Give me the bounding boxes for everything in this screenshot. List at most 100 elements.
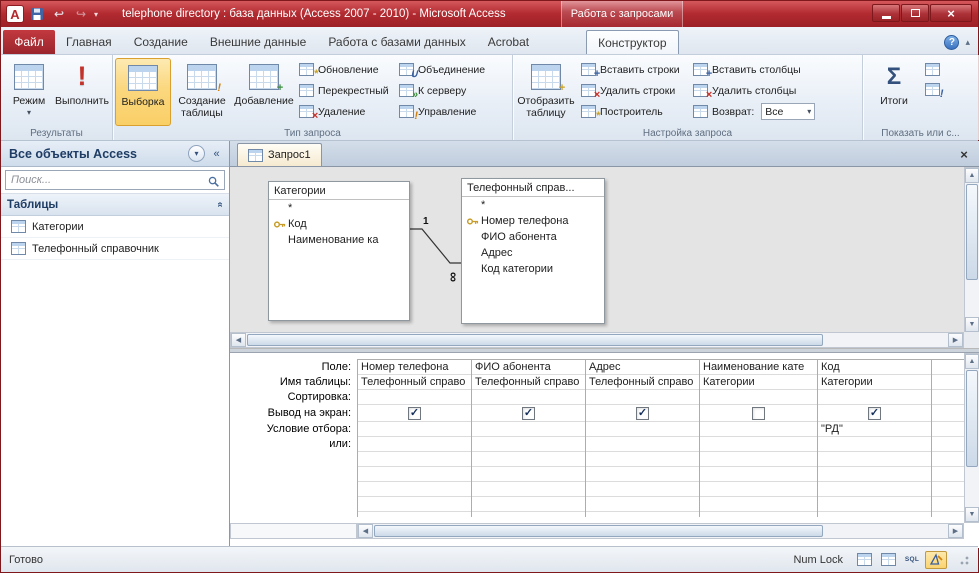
tab-design[interactable]: Конструктор	[586, 30, 679, 54]
grid-empty-cell[interactable]	[358, 482, 471, 497]
grid-show-cell[interactable]: ✓	[358, 405, 471, 422]
minimize-button[interactable]	[872, 4, 900, 22]
table-card-title[interactable]: Телефонный справ...	[462, 179, 604, 197]
delete-rows-button[interactable]: × Удалить строки	[577, 81, 689, 101]
close-button[interactable]: ×	[930, 4, 972, 22]
shutter-close-icon[interactable]: «	[208, 145, 225, 162]
scroll-up-icon[interactable]: ▲	[965, 168, 979, 183]
tab-database-tools[interactable]: Работа с базами данных	[317, 30, 476, 54]
builder-button[interactable]: * Построитель	[577, 102, 689, 122]
tab-file[interactable]: Файл	[3, 30, 55, 54]
redo-icon[interactable]: ↪	[72, 5, 90, 23]
grid-empty-cell[interactable]	[818, 482, 931, 497]
scroll-right-icon[interactable]: ▶	[948, 524, 963, 538]
qat-dropdown-icon[interactable]: ▾	[94, 10, 98, 19]
passthrough-query-button[interactable]: » К серверу	[395, 81, 499, 101]
make-table-button[interactable]: ! Создание таблицы	[171, 58, 233, 126]
delete-columns-button[interactable]: × Удалить столбцы	[689, 81, 857, 101]
grid-empty-cell[interactable]	[358, 467, 471, 482]
grid-or-cell[interactable]	[586, 437, 699, 452]
table-card-title[interactable]: Категории	[269, 182, 409, 200]
grid-show-cell[interactable]: ✓	[700, 405, 817, 422]
show-table-button[interactable]: + Отобразить таблицу	[515, 58, 577, 126]
tab-create[interactable]: Создание	[123, 30, 199, 54]
grid-empty-cell[interactable]	[932, 375, 964, 390]
totals-button[interactable]: Σ Итоги	[865, 58, 923, 126]
grid-sort-cell[interactable]	[818, 390, 931, 405]
run-button[interactable]: ! Выполнить	[55, 58, 109, 126]
field-row[interactable]: *	[269, 200, 409, 216]
grid-criteria-cell[interactable]	[472, 422, 585, 437]
maximize-button[interactable]	[901, 4, 929, 22]
scroll-left-icon[interactable]: ◀	[231, 333, 246, 347]
grid-show-cell[interactable]: ✓	[472, 405, 585, 422]
grid-empty-cell[interactable]	[358, 497, 471, 512]
grid-criteria-cell[interactable]: "РД"	[818, 422, 931, 437]
scroll-down-icon[interactable]: ▼	[965, 507, 979, 522]
field-row[interactable]: *	[462, 197, 604, 213]
datasheet-view-button[interactable]	[853, 551, 875, 569]
nav-section-tables[interactable]: Таблицы «	[1, 194, 229, 216]
field-row[interactable]: Код категории	[462, 261, 604, 277]
return-select[interactable]: Все ▾	[761, 103, 816, 120]
view-mode-button[interactable]: Режим ▾	[3, 58, 55, 126]
grid-empty-cell[interactable]	[472, 452, 585, 467]
nav-menu-chevron-down-icon[interactable]: ▾	[188, 145, 205, 162]
grid-field-cell[interactable]: Код	[818, 360, 931, 375]
nav-item-categories[interactable]: Категории	[1, 216, 229, 238]
insert-columns-button[interactable]: + Вставить столбцы	[689, 60, 857, 80]
collapse-ribbon-icon[interactable]: ▴	[965, 37, 970, 48]
grid-horizontal-scrollbar[interactable]: ◀ ▶	[357, 523, 964, 539]
grid-empty-cell[interactable]	[586, 482, 699, 497]
grid-empty-cell[interactable]	[818, 452, 931, 467]
search-input[interactable]	[5, 170, 225, 190]
tab-home[interactable]: Главная	[55, 30, 123, 54]
grid-field-cell[interactable]: Наименование кате	[700, 360, 817, 375]
scroll-left-icon[interactable]: ◀	[358, 524, 373, 538]
grid-empty-cell[interactable]	[818, 497, 931, 512]
grid-table-cell[interactable]: Телефонный справо	[358, 375, 471, 390]
grid-empty-cell[interactable]	[932, 467, 964, 482]
show-checkbox[interactable]: ✓	[868, 406, 881, 420]
grid-empty-cell[interactable]	[932, 390, 964, 405]
show-checkbox[interactable]: ✓	[752, 406, 765, 420]
grid-empty-cell[interactable]	[700, 467, 817, 482]
grid-or-cell[interactable]	[700, 437, 817, 452]
grid-or-cell[interactable]	[472, 437, 585, 452]
grid-empty-cell[interactable]	[932, 482, 964, 497]
grid-criteria-cell[interactable]	[700, 422, 817, 437]
field-row[interactable]: Номер телефона	[462, 213, 604, 229]
grid-sort-cell[interactable]	[586, 390, 699, 405]
grid-empty-cell[interactable]	[586, 467, 699, 482]
access-app-icon[interactable]: A	[6, 5, 24, 23]
parameters-button[interactable]: !	[923, 80, 944, 99]
table-names-button[interactable]	[923, 60, 941, 78]
query-design-pane[interactable]: 1 ∞ Категории * Код Наименование ка Теле…	[230, 167, 979, 349]
search-icon[interactable]	[205, 173, 221, 189]
sql-view-button[interactable]: SQL	[901, 551, 923, 569]
grid-empty-cell[interactable]	[818, 467, 931, 482]
grid-field-cell[interactable]: Номер телефона	[358, 360, 471, 375]
grid-show-cell[interactable]: ✓	[586, 405, 699, 422]
table-card-phonebook[interactable]: Телефонный справ... * Номер телефона ФИО…	[461, 178, 605, 324]
tab-external-data[interactable]: Внешние данные	[199, 30, 318, 54]
scroll-up-icon[interactable]: ▲	[965, 354, 979, 369]
grid-empty-cell[interactable]	[586, 497, 699, 512]
delete-query-button[interactable]: × Удаление	[295, 102, 395, 122]
show-checkbox[interactable]: ✓	[408, 406, 421, 420]
update-query-button[interactable]: * Обновление	[295, 60, 395, 80]
union-query-button[interactable]: ∪ Объединение	[395, 60, 499, 80]
grid-table-cell[interactable]: Категории	[818, 375, 931, 390]
grid-table-cell[interactable]: Телефонный справо	[472, 375, 585, 390]
undo-icon[interactable]: ↩	[50, 5, 68, 23]
grid-sort-cell[interactable]	[700, 390, 817, 405]
save-icon[interactable]	[28, 5, 46, 23]
grid-empty-cell[interactable]	[700, 452, 817, 467]
grid-empty-cell[interactable]	[932, 360, 964, 375]
table-card-categories[interactable]: Категории * Код Наименование ка	[268, 181, 410, 321]
grid-empty-cell[interactable]	[932, 497, 964, 512]
field-row[interactable]: Адрес	[462, 245, 604, 261]
show-checkbox[interactable]: ✓	[636, 406, 649, 420]
grid-empty-cell[interactable]	[932, 422, 964, 437]
document-tab-query1[interactable]: Запрос1	[237, 143, 322, 166]
